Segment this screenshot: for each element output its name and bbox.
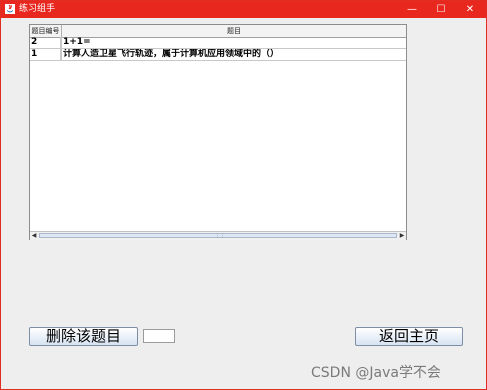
maximize-icon[interactable]: ☐	[427, 1, 455, 18]
java-app-icon	[5, 4, 15, 14]
close-icon[interactable]: ✕	[456, 1, 484, 18]
table-row[interactable]: 2 1+1=	[30, 37, 406, 49]
table-row[interactable]: 1 计算人造卫星飞行轨迹，属于计算机应用领域中的（）	[30, 49, 406, 61]
scroll-right-icon[interactable]: ▶	[398, 232, 406, 240]
minimize-icon[interactable]: —	[398, 1, 426, 18]
question-id-input[interactable]	[143, 329, 175, 343]
return-home-button[interactable]: 返回主页	[355, 327, 463, 346]
cell-question-id[interactable]: 1	[31, 49, 61, 60]
main-window: 练习组手 — ☐ ✕ 题目编号 题目 2 1+1= 1 计算人造卫星飞行轨迹，属…	[0, 0, 487, 390]
scroll-left-icon[interactable]: ◀	[30, 232, 38, 240]
grip-icon: ⋮⋮	[215, 233, 225, 239]
title-bar[interactable]: 练习组手 — ☐ ✕	[1, 1, 486, 18]
column-header-id[interactable]: 题目编号	[30, 25, 62, 37]
column-divider	[61, 37, 62, 61]
cell-question-id[interactable]: 2	[31, 37, 61, 48]
column-header-question[interactable]: 题目	[62, 25, 406, 37]
question-table[interactable]: 题目编号 题目 2 1+1= 1 计算人造卫星飞行轨迹，属于计算机应用领域中的（…	[29, 24, 407, 240]
horizontal-scrollbar[interactable]: ◀ ⋮⋮ ▶	[30, 231, 406, 240]
scrollbar-thumb[interactable]: ⋮⋮	[39, 233, 397, 239]
watermark: CSDN @Java学不会	[311, 365, 441, 381]
window-title: 练习组手	[19, 4, 56, 14]
delete-question-button[interactable]: 删除该题目	[29, 327, 138, 346]
cell-question-text[interactable]: 计算人造卫星飞行轨迹，属于计算机应用领域中的（）	[63, 49, 403, 60]
cell-question-text[interactable]: 1+1=	[63, 37, 403, 48]
